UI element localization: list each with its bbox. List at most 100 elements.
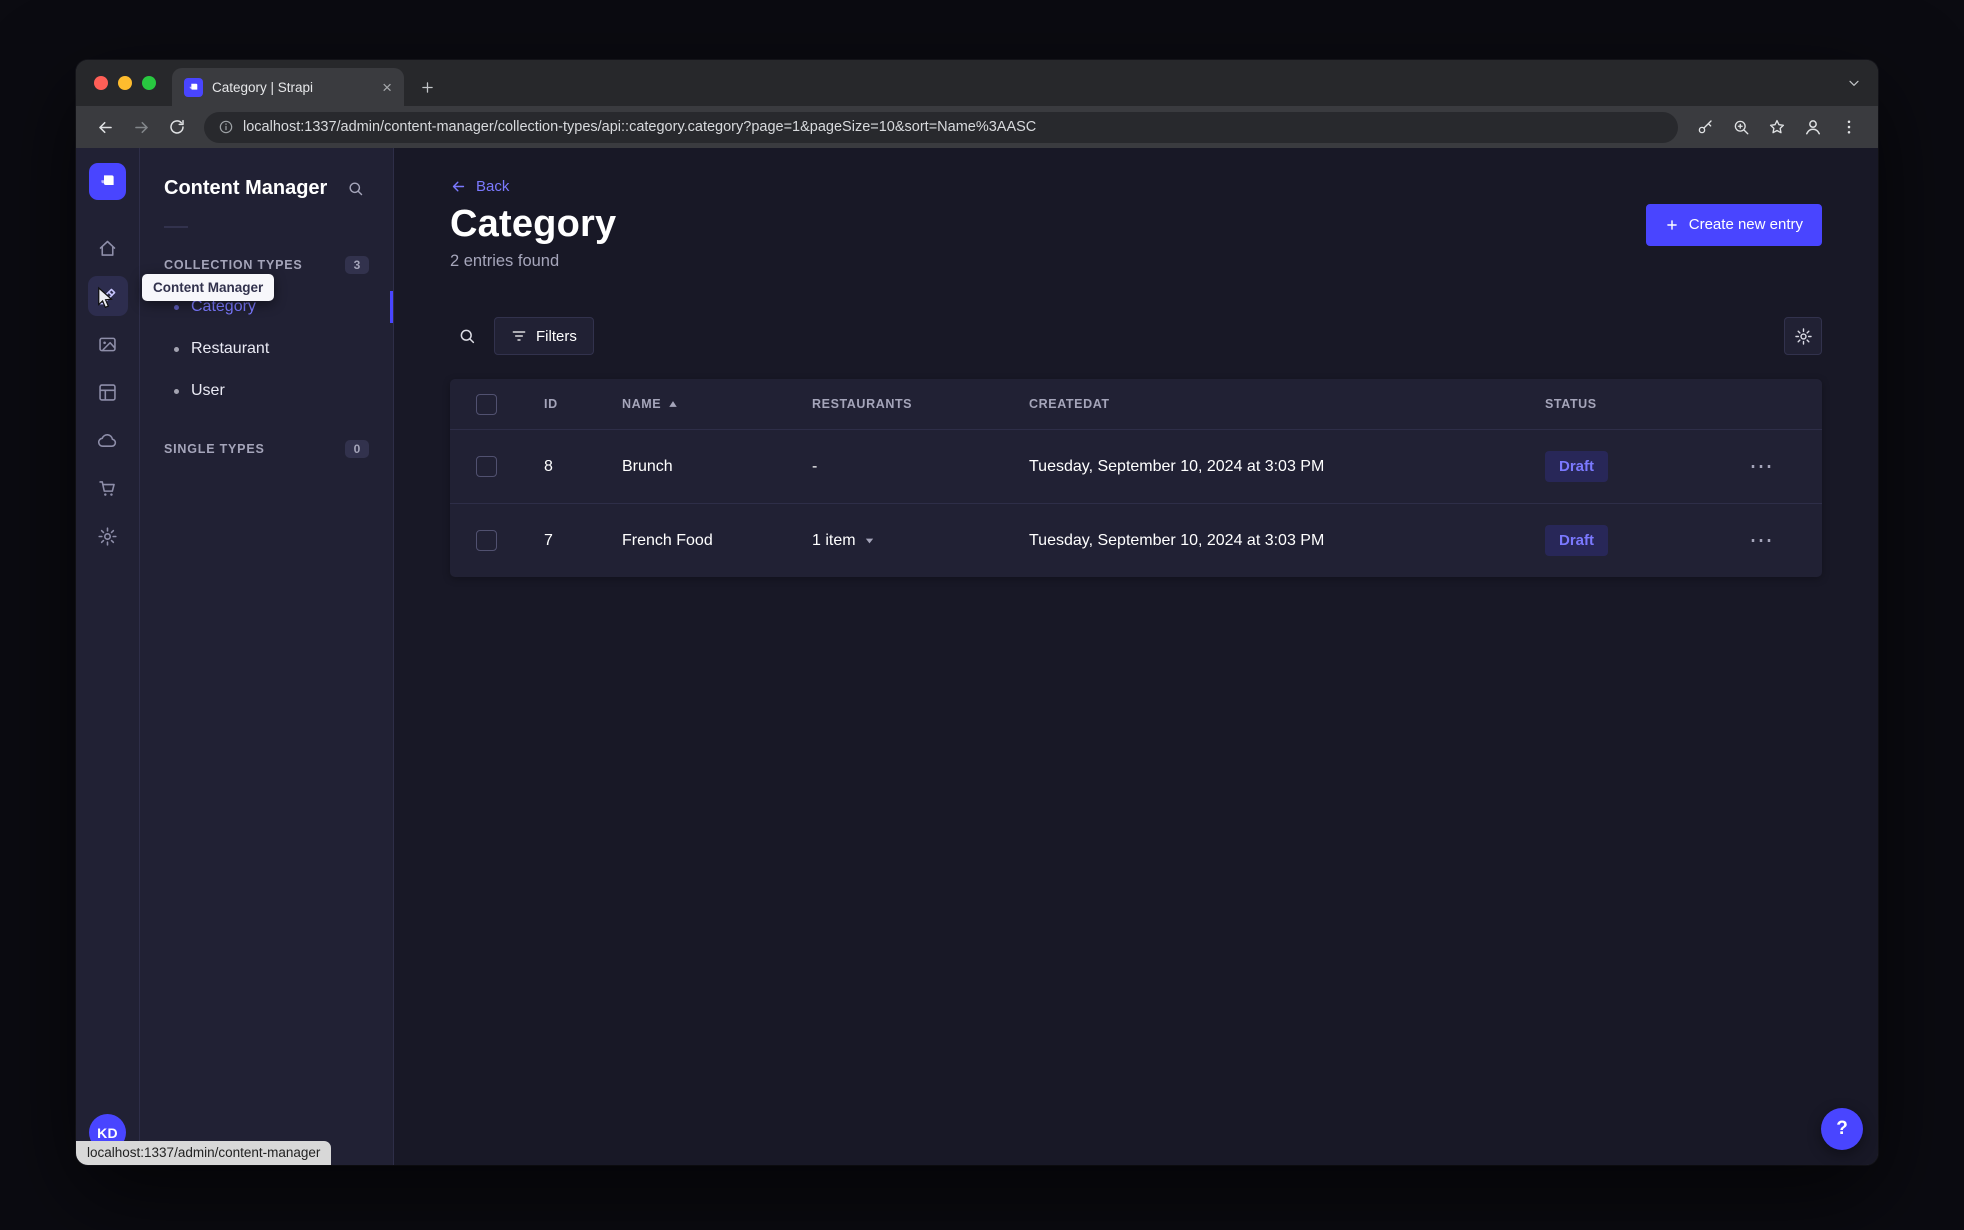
single-types-count-badge: 0 bbox=[345, 440, 369, 458]
cell-name: Brunch bbox=[622, 457, 673, 475]
fullscreen-window-button[interactable] bbox=[142, 76, 156, 90]
bookmark-star-icon[interactable] bbox=[1760, 110, 1794, 144]
status-badge: Draft bbox=[1545, 451, 1609, 482]
browser-toolbar: localhost:1337/admin/content-manager/col… bbox=[76, 106, 1878, 148]
filter-icon bbox=[511, 328, 527, 344]
bullet-icon bbox=[174, 388, 179, 394]
bullet-icon bbox=[174, 304, 179, 310]
status-badge: Draft bbox=[1545, 525, 1609, 556]
collection-types-label: COLLECTION TYPES bbox=[164, 258, 303, 272]
cloud-icon bbox=[97, 430, 118, 451]
settings-gear-icon bbox=[97, 526, 118, 547]
browser-reload-button[interactable] bbox=[160, 110, 194, 144]
strapi-admin-app: KD Content Manager COLLECTION TYPES 3 Ca… bbox=[76, 148, 1878, 1165]
nav-home-button[interactable] bbox=[88, 228, 128, 268]
column-header-id[interactable]: ID bbox=[526, 397, 604, 411]
nav-media-library-button[interactable] bbox=[88, 324, 128, 364]
sidebar-item-label: Restaurant bbox=[191, 340, 270, 357]
column-header-createdat[interactable]: CREATEDAT bbox=[1011, 397, 1545, 411]
tab-search-chevron-icon[interactable] bbox=[1846, 75, 1862, 91]
marketplace-cart-icon bbox=[97, 478, 118, 499]
browser-tab[interactable]: Category | Strapi × bbox=[172, 68, 404, 106]
select-all-checkbox[interactable] bbox=[476, 393, 497, 415]
browser-window: Category | Strapi × localhost:1337/admin… bbox=[76, 60, 1878, 1165]
browser-tab-strip: Category | Strapi × bbox=[76, 60, 1878, 106]
nav-content-type-builder-button[interactable] bbox=[88, 372, 128, 412]
arrow-left-icon bbox=[450, 178, 467, 195]
search-icon bbox=[347, 180, 364, 197]
row-actions-kebab-icon[interactable]: ⋯ bbox=[1749, 528, 1774, 553]
new-tab-button[interactable] bbox=[410, 70, 444, 104]
media-library-icon bbox=[97, 334, 118, 355]
sidebar-item-restaurant[interactable]: Restaurant bbox=[140, 328, 393, 370]
sidebar-item-user[interactable]: User bbox=[140, 370, 393, 412]
cell-createdat: Tuesday, September 10, 2024 at 3:03 PM bbox=[1029, 531, 1325, 549]
main-content: Back Category Create new entry 2 entries… bbox=[394, 148, 1878, 1165]
filters-button[interactable]: Filters bbox=[494, 317, 594, 355]
cell-name: French Food bbox=[622, 531, 713, 549]
column-header-status[interactable]: STATUS bbox=[1545, 397, 1745, 411]
nav-marketplace-button[interactable] bbox=[88, 468, 128, 508]
cell-id: 8 bbox=[544, 457, 553, 475]
help-button[interactable]: ? bbox=[1821, 1108, 1863, 1150]
content-manager-tooltip: Content Manager bbox=[142, 274, 275, 301]
browser-profile-icon[interactable] bbox=[1796, 110, 1830, 144]
nav-settings-button[interactable] bbox=[88, 516, 128, 556]
chevron-down-icon bbox=[864, 535, 875, 546]
browser-back-button[interactable] bbox=[88, 110, 122, 144]
sidebar-search-button[interactable] bbox=[341, 174, 369, 202]
cell-createdat: Tuesday, September 10, 2024 at 3:03 PM bbox=[1029, 457, 1325, 475]
content-type-builder-icon bbox=[97, 382, 118, 403]
plus-icon bbox=[1665, 218, 1679, 232]
link-target-status-bubble: localhost:1337/admin/content-manager bbox=[76, 1141, 332, 1165]
back-label: Back bbox=[476, 178, 510, 195]
entries-table: ID NAME RESTAURANTS CREATEDAT STATUS 8 B… bbox=[450, 379, 1822, 577]
sidebar-title: Content Manager bbox=[164, 176, 328, 199]
create-new-entry-label: Create new entry bbox=[1688, 216, 1803, 233]
list-search-button[interactable] bbox=[450, 319, 484, 353]
gear-icon bbox=[1794, 327, 1813, 346]
single-types-label: SINGLE TYPES bbox=[164, 442, 265, 456]
page-title: Category bbox=[450, 203, 617, 245]
cell-restaurants[interactable]: 1 item bbox=[794, 532, 1011, 550]
minimize-window-button[interactable] bbox=[118, 76, 132, 90]
window-controls bbox=[94, 76, 156, 90]
url-text: localhost:1337/admin/content-manager/col… bbox=[243, 119, 1037, 135]
zoom-search-icon[interactable] bbox=[1724, 110, 1758, 144]
back-link[interactable]: Back bbox=[450, 178, 509, 195]
close-window-button[interactable] bbox=[94, 76, 108, 90]
table-row[interactable]: 8 Brunch - Tuesday, September 10, 2024 a… bbox=[450, 429, 1822, 503]
password-key-icon[interactable] bbox=[1688, 110, 1722, 144]
page-info-icon[interactable] bbox=[218, 119, 234, 135]
sidebar-item-label: User bbox=[191, 382, 225, 399]
bullet-icon bbox=[174, 346, 179, 352]
row-checkbox[interactable] bbox=[476, 530, 497, 551]
row-actions-kebab-icon[interactable]: ⋯ bbox=[1749, 454, 1774, 479]
view-settings-button[interactable] bbox=[1784, 317, 1822, 355]
sidebar-divider bbox=[164, 226, 188, 228]
tab-title: Category | Strapi bbox=[212, 79, 314, 95]
strapi-logo[interactable] bbox=[89, 163, 126, 200]
sort-ascending-icon bbox=[668, 399, 678, 409]
mouse-cursor bbox=[96, 286, 118, 312]
browser-forward-button[interactable] bbox=[124, 110, 158, 144]
filters-label: Filters bbox=[536, 327, 577, 345]
column-header-restaurants[interactable]: RESTAURANTS bbox=[794, 397, 1011, 411]
home-icon bbox=[97, 238, 118, 259]
tab-close-icon[interactable]: × bbox=[382, 79, 392, 96]
collection-types-count-badge: 3 bbox=[345, 256, 369, 274]
entries-count-text: 2 entries found bbox=[450, 252, 560, 270]
strapi-favicon bbox=[184, 77, 203, 97]
table-header: ID NAME RESTAURANTS CREATEDAT STATUS bbox=[450, 379, 1822, 429]
row-checkbox[interactable] bbox=[476, 456, 497, 477]
table-row[interactable]: 7 French Food 1 item Tuesday, September … bbox=[450, 503, 1822, 577]
cell-id: 7 bbox=[544, 531, 553, 549]
url-bar[interactable]: localhost:1337/admin/content-manager/col… bbox=[204, 111, 1678, 143]
search-icon bbox=[458, 327, 476, 345]
table-body: 8 Brunch - Tuesday, September 10, 2024 a… bbox=[450, 429, 1822, 577]
cell-restaurants: - bbox=[812, 457, 818, 475]
create-new-entry-button[interactable]: Create new entry bbox=[1645, 203, 1822, 246]
nav-deploy-button[interactable] bbox=[88, 420, 128, 460]
browser-menu-kebab-icon[interactable] bbox=[1832, 110, 1866, 144]
column-header-name[interactable]: NAME bbox=[604, 397, 794, 411]
